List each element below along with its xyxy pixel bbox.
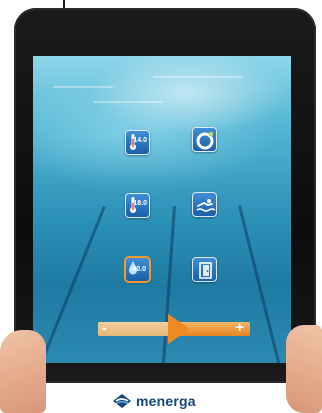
slider-minus-label[interactable]: - [102,320,107,336]
menerga-logo-icon [113,394,131,408]
level-slider[interactable]: - + [98,314,250,344]
humidity-value: 40.0 [132,266,146,273]
tablet-screen [33,56,291,363]
left-hand [0,330,46,413]
air-temp-value: 18.0 [133,200,147,207]
life-ring-icon [196,131,214,150]
pool-lane-line [238,205,287,363]
pool-cover-button[interactable] [192,127,217,152]
water-ripple [53,86,113,88]
swimmer-icon [196,199,216,212]
door-button[interactable] [192,257,217,282]
scene: 14.0 18.0 40.0 - + menerga [0,0,322,413]
right-hand [286,325,322,413]
brand-name: menerga [136,393,196,409]
water-temperature-button[interactable]: 14.0 [125,130,150,155]
swimmer-button[interactable] [192,192,217,217]
slider-plus-label[interactable]: + [235,319,244,336]
slider-track-low [98,322,173,336]
air-temperature-button[interactable]: 18.0 [125,193,150,218]
water-ripple [153,76,243,78]
slider-thumb[interactable] [168,314,190,344]
water-temp-value: 14.0 [133,137,147,144]
brand-logo: menerga [113,392,196,410]
water-ripple [93,101,163,103]
door-icon [199,262,212,279]
humidity-button[interactable]: 40.0 [125,257,150,282]
